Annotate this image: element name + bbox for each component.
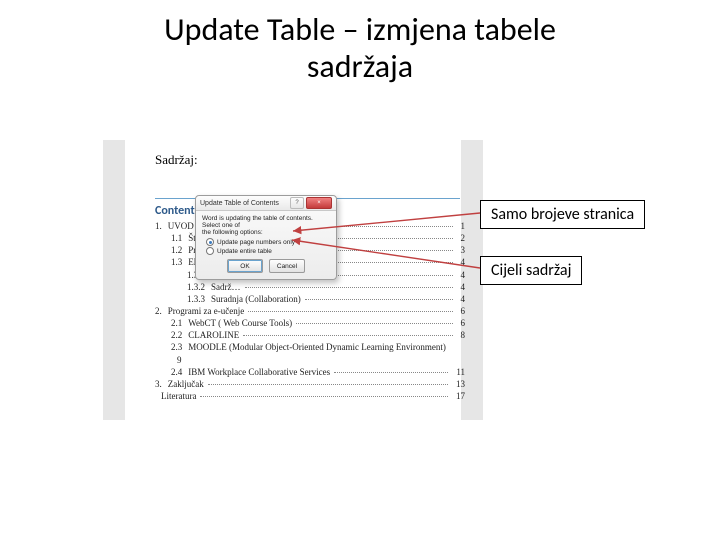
toc-number: 2.3 bbox=[171, 341, 182, 353]
dialog-body: Word is updating the table of contents. … bbox=[196, 211, 336, 279]
toc-page: 6 bbox=[461, 305, 466, 317]
dialog-prompt: Word is updating the table of contents. … bbox=[202, 215, 330, 236]
toc-number: 3. bbox=[155, 378, 162, 390]
toc-page: 4 bbox=[461, 293, 466, 305]
toc-page: 3 bbox=[461, 244, 466, 256]
toc-row: 2. Programi za e-učenje 6 bbox=[155, 305, 465, 317]
toc-number: 2.4 bbox=[171, 366, 182, 378]
toc-page: 4 bbox=[461, 281, 466, 293]
toc-row: 9 bbox=[171, 354, 465, 366]
toc-text: Sadrž… bbox=[211, 281, 241, 293]
callout-entire-content: Cijeli sadržaj bbox=[480, 256, 582, 285]
option-label: Update page numbers only bbox=[217, 239, 295, 246]
dialog-buttons: OK Cancel bbox=[202, 259, 330, 273]
toc-leader bbox=[200, 396, 448, 397]
toc-row: 1.3.3 Suradnja (Collaboration) 4 bbox=[187, 293, 465, 305]
toc-number: 2. bbox=[155, 305, 162, 317]
toc-number: 2.1 bbox=[171, 317, 182, 329]
title-line1: Update Table – izmjena tabele bbox=[164, 10, 556, 49]
toc-page: 13 bbox=[456, 378, 465, 390]
cancel-button[interactable]: Cancel bbox=[269, 259, 305, 273]
toc-page: 8 bbox=[461, 329, 466, 341]
ok-button[interactable]: OK bbox=[227, 259, 263, 273]
toc-number: 1.1 bbox=[171, 232, 182, 244]
toc-page: 6 bbox=[461, 317, 466, 329]
option-page-numbers[interactable]: Update page numbers only bbox=[206, 238, 330, 246]
toc-text: Suradnja (Collaboration) bbox=[211, 293, 301, 305]
radio-icon bbox=[206, 238, 214, 246]
toc-page: 4 bbox=[461, 269, 466, 281]
toc-leader bbox=[243, 335, 452, 336]
toc-leader bbox=[296, 323, 452, 324]
toc-page: 17 bbox=[456, 390, 465, 402]
close-button[interactable]: × bbox=[306, 197, 332, 209]
toc-text: CLAROLINE bbox=[188, 329, 239, 341]
toc-page: 4 bbox=[461, 256, 466, 268]
toc-leader bbox=[248, 311, 452, 312]
toc-number: 1.3 bbox=[171, 256, 182, 268]
toc-page: 1 bbox=[461, 220, 466, 232]
toc-title: Contents bbox=[155, 204, 199, 218]
dialog-titlebar: Update Table of Contents ? × bbox=[196, 196, 336, 211]
toc-leader bbox=[334, 372, 448, 373]
word-document-screenshot: Sadržaj: Contents 1.UVOD11.1Što je e-uč…… bbox=[103, 140, 483, 420]
callout-page-numbers: Samo brojeve stranica bbox=[480, 200, 645, 229]
update-toc-dialog: Update Table of Contents ? × Word is upd… bbox=[195, 195, 337, 280]
toc-row: 3. Zaključak 13 bbox=[155, 378, 465, 390]
dialog-title-text: Update Table of Contents bbox=[200, 200, 279, 207]
toc-row: 2.2 CLAROLINE 8 bbox=[171, 329, 465, 341]
toc-row: 1.3.2 Sadrž… 4 bbox=[187, 281, 465, 293]
toc-number: 2.2 bbox=[171, 329, 182, 341]
slide-title: Update Table – izmjena tabele sadržaja bbox=[0, 12, 720, 86]
toc-number: 1. bbox=[155, 220, 162, 232]
toc-page: 2 bbox=[461, 232, 466, 244]
toc-text: UVOD bbox=[168, 220, 194, 232]
toc-row: 2.3 MOODLE (Modular Object-Oriented Dynam… bbox=[171, 341, 465, 353]
toc-text: MOODLE (Modular Object-Oriented Dynamic … bbox=[188, 341, 446, 353]
toc-leader bbox=[208, 384, 448, 385]
toc-leader bbox=[245, 287, 453, 288]
toc-text: 9 bbox=[177, 354, 182, 366]
doc-sadrzaj-label: Sadržaj: bbox=[155, 152, 198, 168]
radio-icon bbox=[206, 247, 214, 255]
toc-row: 2.4 IBM Workplace Collaborative Services 1… bbox=[171, 366, 465, 378]
help-button[interactable]: ? bbox=[290, 197, 304, 209]
toc-text: Zaključak bbox=[168, 378, 204, 390]
toc-leader bbox=[305, 299, 453, 300]
toc-text: Literatura bbox=[161, 390, 196, 402]
title-line2: sadržaja bbox=[307, 47, 413, 86]
option-label: Update entire table bbox=[217, 248, 272, 255]
toc-row: 2.1 WebCT ( Web Course Tools) 6 bbox=[171, 317, 465, 329]
toc-text: WebCT ( Web Course Tools) bbox=[188, 317, 292, 329]
toc-text: Programi za e-učenje bbox=[168, 305, 244, 317]
toc-number: 1.3.2 bbox=[187, 281, 205, 293]
page-body: Sadržaj: Contents 1.UVOD11.1Što je e-uč…… bbox=[125, 140, 461, 420]
toc-text: IBM Workplace Collaborative Services bbox=[188, 366, 330, 378]
page-margin-left bbox=[103, 140, 125, 420]
toc-page: 11 bbox=[456, 366, 465, 378]
toc-row: Literatura 17 bbox=[155, 390, 465, 402]
toc-number: 1.3.3 bbox=[187, 293, 205, 305]
option-entire-table[interactable]: Update entire table bbox=[206, 247, 330, 255]
toc-number: 1.2 bbox=[171, 244, 182, 256]
